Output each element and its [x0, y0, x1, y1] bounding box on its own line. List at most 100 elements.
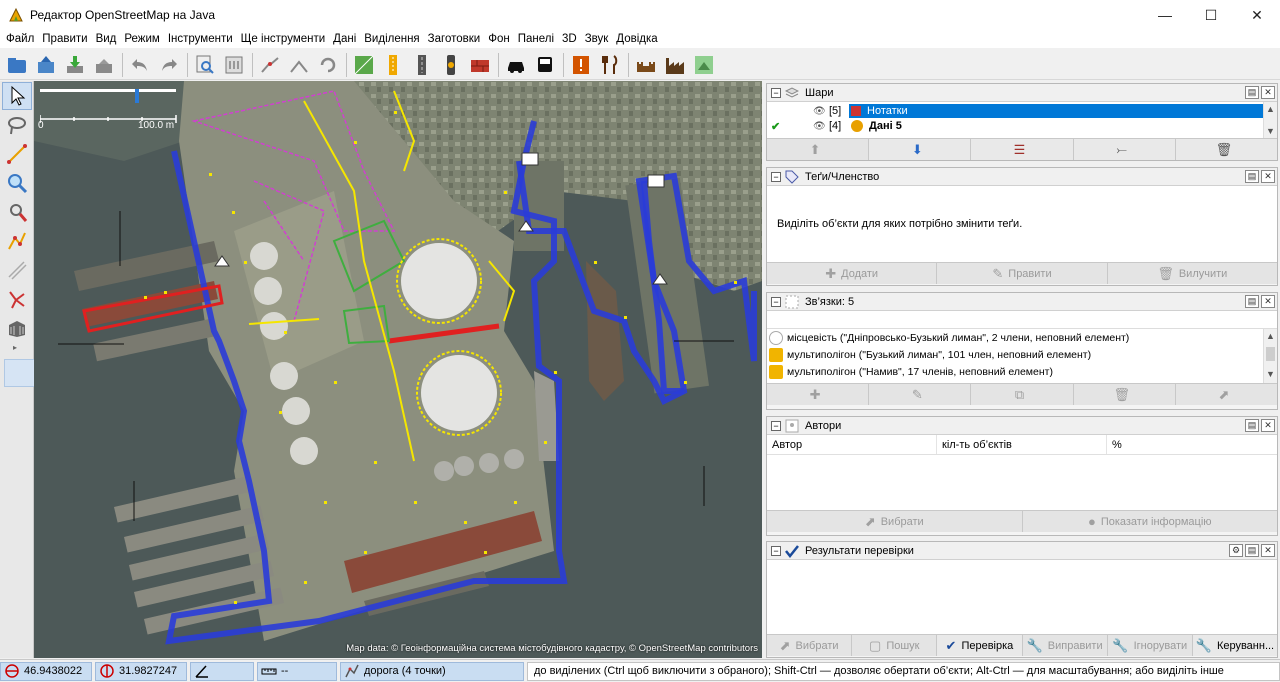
- relation-row[interactable]: мультиполігон ("Бузький лиман", 101 член…: [767, 346, 1277, 363]
- validation-settings-button[interactable]: ⚙: [1229, 544, 1243, 557]
- validation-close-button[interactable]: ✕: [1261, 544, 1275, 557]
- menu-windows[interactable]: Панелі: [514, 30, 558, 48]
- layer-visibility-button[interactable]: ⤚: [1073, 139, 1176, 160]
- layer-row-notes[interactable]: 👁 [5] Нотатки: [767, 104, 1263, 118]
- delete-mode-button[interactable]: [2, 198, 32, 226]
- fix-button[interactable]: 🔧 Виправити: [1022, 635, 1108, 656]
- preset-hazard-button[interactable]: [568, 52, 594, 78]
- percent-column-header[interactable]: %: [1107, 435, 1277, 454]
- merge-layer-button[interactable]: ☰: [971, 139, 1074, 160]
- layers-pin-button[interactable]: ▤: [1245, 86, 1259, 99]
- menu-imagery[interactable]: Фон: [484, 30, 514, 48]
- combine-way-button[interactable]: [286, 52, 312, 78]
- menu-3d[interactable]: 3D: [558, 30, 581, 48]
- tags-close-button[interactable]: ✕: [1261, 170, 1275, 183]
- lasso-mode-button[interactable]: [2, 111, 32, 139]
- upload-button[interactable]: [91, 52, 117, 78]
- aerial-imagery[interactable]: [34, 81, 762, 658]
- layer-row-data[interactable]: ✔ 👁 [4] Дані 5: [767, 119, 1263, 133]
- preset-landuse-button[interactable]: [351, 52, 377, 78]
- menu-presets[interactable]: Заготовки: [424, 30, 485, 48]
- split-way-button[interactable]: [257, 52, 283, 78]
- preset-landfill-button[interactable]: [691, 52, 717, 78]
- reverse-way-button[interactable]: [315, 52, 341, 78]
- menu-selection[interactable]: Виділення: [360, 30, 423, 48]
- preset-car-button[interactable]: [503, 52, 529, 78]
- layers-scrollbar[interactable]: ▲ ▼: [1263, 102, 1277, 138]
- collapse-validation-toggle[interactable]: −: [771, 545, 781, 556]
- close-button[interactable]: ✕: [1234, 0, 1280, 30]
- edit-relation-button[interactable]: ✎: [869, 384, 972, 405]
- preset-food-button[interactable]: [597, 52, 623, 78]
- draw-mode-button[interactable]: [2, 140, 32, 168]
- menu-more-tools[interactable]: Ще інструменти: [237, 30, 330, 48]
- parallel-mode-button[interactable]: [2, 256, 32, 284]
- preset-bus-button[interactable]: [532, 52, 558, 78]
- authors-pin-button[interactable]: ▤: [1245, 419, 1259, 432]
- tags-pin-button[interactable]: ▤: [1245, 170, 1259, 183]
- collapse-tags-toggle[interactable]: −: [771, 171, 781, 182]
- improve-way-button[interactable]: [2, 227, 32, 255]
- author-column-header[interactable]: Автор: [767, 435, 937, 454]
- validation-select-button[interactable]: ⬈ Вибрати: [767, 635, 853, 656]
- eye-icon[interactable]: 👁: [813, 106, 829, 117]
- zoom-mode-button[interactable]: [2, 169, 32, 197]
- collapse-layers-toggle[interactable]: −: [771, 87, 781, 98]
- map-view[interactable]: 0 100.0 m Map data: © Геоінформаційна си…: [34, 81, 762, 658]
- select-relation-members-button[interactable]: ⬈: [1175, 384, 1278, 405]
- menu-audio[interactable]: Звук: [581, 30, 613, 48]
- menu-view[interactable]: Вид: [92, 30, 121, 48]
- menu-data[interactable]: Дані: [329, 30, 360, 48]
- relations-close-button[interactable]: ✕: [1261, 295, 1275, 308]
- preset-barrier-button[interactable]: [467, 52, 493, 78]
- menu-tools[interactable]: Інструменти: [164, 30, 237, 48]
- collapse-authors-toggle[interactable]: −: [771, 420, 781, 431]
- preferences-button[interactable]: [221, 52, 247, 78]
- validation-results-list[interactable]: [767, 560, 1277, 634]
- collapse-relations-toggle[interactable]: −: [771, 296, 781, 307]
- relations-filter-field[interactable]: [767, 311, 1277, 329]
- delete-layer-button[interactable]: 🗑: [1175, 139, 1278, 160]
- validate-button[interactable]: ✔ Перевірка: [937, 635, 1023, 656]
- open-file-button[interactable]: [4, 52, 30, 78]
- relations-scrollbar[interactable]: ▲ ▼: [1263, 329, 1277, 383]
- extrude-mode-button[interactable]: [2, 285, 32, 313]
- undo-button[interactable]: [127, 52, 153, 78]
- menu-edit[interactable]: Правити: [38, 30, 91, 48]
- new-relation-button[interactable]: ✚: [767, 384, 870, 405]
- preset-railway-button[interactable]: [409, 52, 435, 78]
- move-up-button[interactable]: ⬆: [767, 139, 870, 160]
- duplicate-relation-button[interactable]: ⧉: [971, 384, 1074, 405]
- search-button[interactable]: [192, 52, 218, 78]
- delete-relation-button[interactable]: 🗑: [1073, 384, 1176, 405]
- relation-row[interactable]: місцевість ("Дніпровсько-Бузький лиман",…: [767, 329, 1277, 346]
- menu-help[interactable]: Довідка: [612, 30, 661, 48]
- show-author-info-button[interactable]: ● Показати інформацію: [1022, 511, 1277, 532]
- building-mode-button[interactable]: [2, 314, 32, 342]
- preset-castle-button[interactable]: [633, 52, 659, 78]
- ignore-button[interactable]: 🔧 Ігнорувати: [1107, 635, 1193, 656]
- download-button[interactable]: [62, 52, 88, 78]
- validation-pin-button[interactable]: ▤: [1245, 544, 1259, 557]
- add-tag-button[interactable]: ✚ Додати: [767, 263, 938, 284]
- maximize-button[interactable]: ☐: [1188, 0, 1234, 30]
- redo-button[interactable]: [156, 52, 182, 78]
- layers-close-button[interactable]: ✕: [1261, 86, 1275, 99]
- authors-close-button[interactable]: ✕: [1261, 419, 1275, 432]
- relations-pin-button[interactable]: ▤: [1245, 295, 1259, 308]
- authors-table[interactable]: [767, 455, 1277, 510]
- map-attribution[interactable]: Map data: © Геоінформаційна система міст…: [346, 643, 758, 654]
- menu-file[interactable]: Файл: [2, 30, 38, 48]
- minimize-button[interactable]: —: [1142, 0, 1188, 30]
- menu-mode[interactable]: Режим: [120, 30, 163, 48]
- edit-tag-button[interactable]: ✎ Правити: [937, 263, 1108, 284]
- preset-industrial-button[interactable]: [662, 52, 688, 78]
- save-button[interactable]: [33, 52, 59, 78]
- select-author-objects-button[interactable]: ⬈ Вибрати: [767, 511, 1023, 532]
- eye-icon[interactable]: 👁: [813, 121, 829, 132]
- relation-row[interactable]: мультиполігон ("Намив", 17 членів, непов…: [767, 363, 1277, 380]
- manage-ignored-button[interactable]: 🔧 Керуванн...: [1192, 635, 1278, 656]
- select-mode-button[interactable]: [2, 82, 32, 110]
- validation-lookup-button[interactable]: ▢ Пошук: [852, 635, 938, 656]
- move-down-button[interactable]: ⬇: [869, 139, 972, 160]
